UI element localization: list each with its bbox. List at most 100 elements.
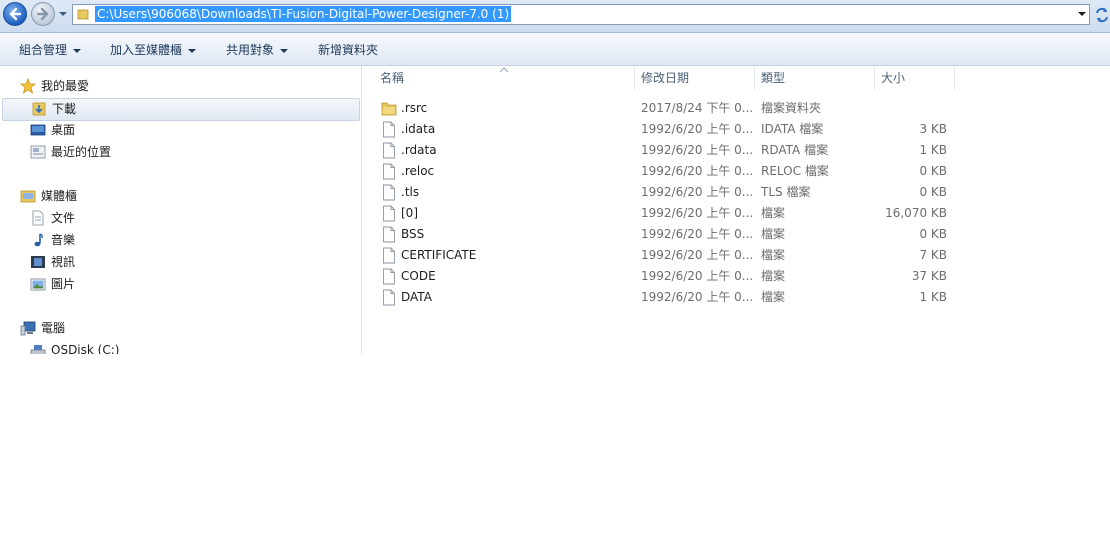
file-name: .idata xyxy=(401,122,436,136)
nav-libraries-label: 媒體櫃 xyxy=(41,189,78,203)
library-icon xyxy=(20,190,36,203)
file-date: 2017/8/24 下午 0... xyxy=(641,101,754,115)
file-type: 檔案 xyxy=(761,206,786,220)
address-field[interactable]: C:\Users\906068\Downloads\TI-Fusion-Digi… xyxy=(72,4,1090,25)
file-type: IDATA 檔案 xyxy=(761,122,824,136)
chevron-down-icon xyxy=(73,48,82,53)
file-name: .rdata xyxy=(401,143,437,157)
organize-menu-button[interactable]: 組合管理 xyxy=(19,42,82,58)
picture-icon xyxy=(30,278,46,291)
document-icon xyxy=(32,210,44,226)
new-folder-button[interactable]: 新增資料夾 xyxy=(318,42,378,58)
chevron-down-icon xyxy=(188,48,197,53)
nav-favorites-label: 我的最愛 xyxy=(41,79,90,93)
file-row[interactable]: .idata 1992/6/20 上午 0... IDATA 檔案 3 KB xyxy=(362,119,962,140)
column-header-type[interactable]: 類型 xyxy=(755,66,875,90)
file-row[interactable]: .tls 1992/6/20 上午 0... TLS 檔案 0 KB xyxy=(362,182,962,203)
recent-places-icon xyxy=(30,145,46,159)
column-date-label: 修改日期 xyxy=(641,71,690,85)
file-icon xyxy=(383,184,395,201)
file-date: 1992/6/20 上午 0... xyxy=(641,269,754,283)
file-size: 0 KB xyxy=(919,227,947,241)
file-size: 0 KB xyxy=(919,164,947,178)
file-name: .rsrc xyxy=(401,101,428,115)
file-size: 16,070 KB xyxy=(885,206,947,220)
add-to-library-label: 加入至媒體櫃 xyxy=(110,43,183,57)
nav-videos[interactable]: 視訊 xyxy=(30,252,230,272)
column-header-name[interactable]: 名稱 xyxy=(374,66,635,90)
nav-libraries[interactable]: 媒體櫃 xyxy=(20,186,220,206)
nav-computer[interactable]: 電腦 xyxy=(20,318,220,338)
new-folder-label: 新增資料夾 xyxy=(318,43,379,57)
address-toolbar: C:\Users\906068\Downloads\TI-Fusion-Digi… xyxy=(0,0,1110,33)
nav-pictures[interactable]: 圖片 xyxy=(30,274,230,294)
file-row[interactable]: DATA 1992/6/20 上午 0... 檔案 1 KB xyxy=(362,287,962,308)
file-type: 檔案 xyxy=(761,227,786,241)
file-icon xyxy=(383,268,395,285)
file-type: 檔案資料夾 xyxy=(761,101,822,115)
file-size: 7 KB xyxy=(919,248,947,262)
recent-pages-dropdown-icon[interactable] xyxy=(58,9,68,19)
nav-osdisk[interactable]: OSDisk (C:) xyxy=(30,340,230,354)
file-row[interactable]: CERTIFICATE 1992/6/20 上午 0... 檔案 7 KB xyxy=(362,245,962,266)
file-date: 1992/6/20 上午 0... xyxy=(641,290,754,304)
nav-recent-places[interactable]: 最近的位置 xyxy=(30,142,230,162)
music-note-icon xyxy=(34,233,43,247)
add-to-library-menu-button[interactable]: 加入至媒體櫃 xyxy=(110,42,197,58)
file-type: RELOC 檔案 xyxy=(761,164,829,178)
file-name: BSS xyxy=(401,227,425,241)
nav-documents[interactable]: 文件 xyxy=(30,208,230,228)
file-date: 1992/6/20 上午 0... xyxy=(641,248,754,262)
nav-videos-label: 視訊 xyxy=(51,255,76,269)
column-type-label: 類型 xyxy=(761,71,786,85)
nav-favorites[interactable]: 我的最愛 xyxy=(20,76,220,96)
nav-documents-label: 文件 xyxy=(51,211,76,225)
file-icon xyxy=(383,121,395,138)
file-name: .tls xyxy=(401,185,420,199)
file-date: 1992/6/20 上午 0... xyxy=(641,164,754,178)
arrow-right-icon xyxy=(36,7,49,21)
nav-downloads[interactable]: 下載 xyxy=(2,98,360,121)
file-icon xyxy=(383,247,395,264)
file-name: .reloc xyxy=(401,164,435,178)
column-header-date[interactable]: 修改日期 xyxy=(635,66,755,90)
file-row[interactable]: [0] 1992/6/20 上午 0... 檔案 16,070 KB xyxy=(362,203,962,224)
chevron-down-icon xyxy=(280,48,289,53)
file-date: 1992/6/20 上午 0... xyxy=(641,227,754,241)
file-row[interactable]: .reloc 1992/6/20 上午 0... RELOC 檔案 0 KB xyxy=(362,161,962,182)
file-row[interactable]: BSS 1992/6/20 上午 0... 檔案 0 KB xyxy=(362,224,962,245)
share-with-menu-button[interactable]: 共用對象 xyxy=(226,42,289,58)
nav-osdisk-label: OSDisk (C:) xyxy=(51,343,120,354)
nav-music-label: 音樂 xyxy=(51,233,76,247)
file-name: CERTIFICATE xyxy=(401,248,477,262)
file-icon xyxy=(383,226,395,243)
nav-desktop-label: 桌面 xyxy=(51,123,76,137)
file-date: 1992/6/20 上午 0... xyxy=(641,206,754,220)
file-date: 1992/6/20 上午 0... xyxy=(641,143,754,157)
back-button[interactable] xyxy=(3,2,27,26)
nav-pictures-label: 圖片 xyxy=(51,277,76,291)
column-name-label: 名稱 xyxy=(380,71,405,85)
nav-music[interactable]: 音樂 xyxy=(30,230,230,250)
file-name: [0] xyxy=(401,206,418,220)
star-icon xyxy=(20,78,36,94)
file-type: TLS 檔案 xyxy=(761,185,811,199)
organize-label: 組合管理 xyxy=(19,43,68,57)
nav-downloads-label: 下載 xyxy=(52,102,77,116)
column-header-size[interactable]: 大小 xyxy=(875,66,955,90)
forward-button[interactable] xyxy=(31,2,55,26)
nav-desktop[interactable]: 桌面 xyxy=(30,120,230,140)
file-row[interactable]: .rsrc 2017/8/24 下午 0... 檔案資料夾 xyxy=(362,98,962,119)
video-film-icon xyxy=(31,256,45,268)
computer-icon xyxy=(20,321,36,336)
file-date: 1992/6/20 上午 0... xyxy=(641,122,754,136)
chevron-down-icon[interactable] xyxy=(1078,10,1086,18)
file-row[interactable]: CODE 1992/6/20 上午 0... 檔案 37 KB xyxy=(362,266,962,287)
arrow-left-icon xyxy=(9,7,22,21)
file-row[interactable]: .rdata 1992/6/20 上午 0... RDATA 檔案 1 KB xyxy=(362,140,962,161)
file-type: RDATA 檔案 xyxy=(761,143,829,157)
address-path-text[interactable]: C:\Users\906068\Downloads\TI-Fusion-Digi… xyxy=(95,6,512,22)
file-name: CODE xyxy=(401,269,436,283)
file-type: 檔案 xyxy=(761,269,786,283)
refresh-icon[interactable] xyxy=(1094,5,1110,25)
